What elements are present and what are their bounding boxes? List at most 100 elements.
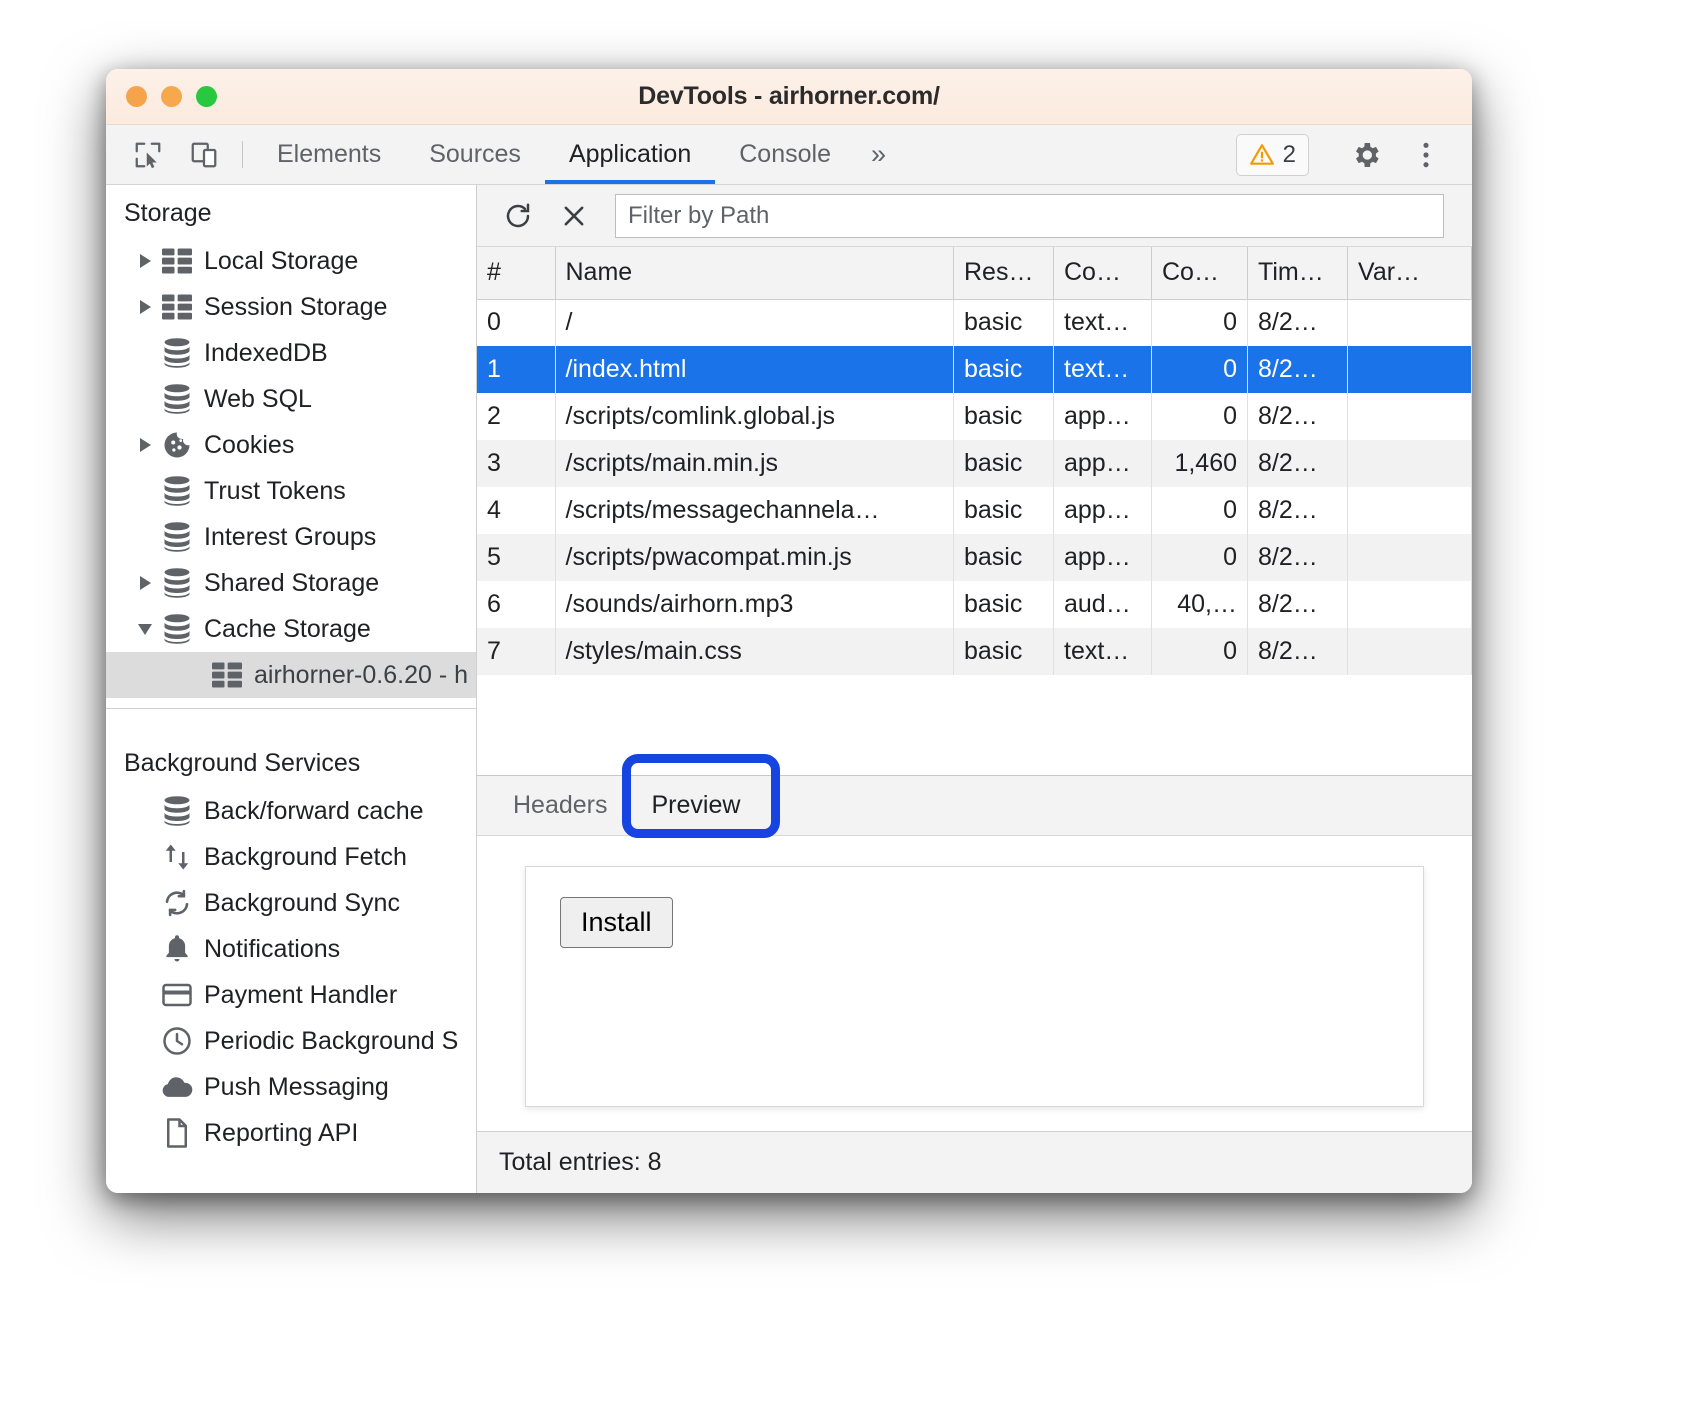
sidebar-item-shared-storage[interactable]: Shared Storage — [106, 560, 476, 606]
filter-by-path-input[interactable] — [615, 194, 1444, 238]
cell-content-length: 0 — [1152, 346, 1248, 393]
column-header-3[interactable]: Co… — [1054, 247, 1152, 299]
column-header-4[interactable]: Co… — [1152, 247, 1248, 299]
cell-content-length: 0 — [1152, 299, 1248, 346]
sidebar-item-airhorner-0-6-20-h[interactable]: airhorner-0.6.20 - h — [106, 652, 476, 698]
more-tabs-icon[interactable]: » — [855, 125, 902, 184]
cell-content-type: text… — [1054, 299, 1152, 346]
cookie-icon — [160, 430, 194, 460]
sidebar-item-label: Web SQL — [204, 385, 312, 414]
window-title: DevTools - airhorner.com/ — [106, 82, 1472, 111]
cell-content-type: app… — [1054, 534, 1152, 581]
window-titlebar: DevTools - airhorner.com/ — [106, 69, 1472, 125]
column-header-6[interactable]: Var… — [1348, 247, 1472, 299]
warnings-count: 2 — [1283, 141, 1296, 169]
table-empty-area — [477, 675, 1472, 775]
table-row[interactable]: 6/sounds/airhorn.mp3basicaud…40,…8/2… — [477, 581, 1472, 628]
cache-entries-table-wrapper: #NameRes…Co…Co…Tim…Var… 0/basictext…08/2… — [477, 247, 1472, 675]
sidebar-item-web-sql[interactable]: Web SQL — [106, 376, 476, 422]
sidebar-item-label: Back/forward cache — [204, 797, 424, 826]
table-icon — [210, 662, 244, 688]
cell-index: 0 — [477, 299, 555, 346]
sidebar-item-back-forward-cache[interactable]: Back/forward cache — [106, 788, 476, 834]
cell-index: 3 — [477, 440, 555, 487]
cell-name: /scripts/pwacompat.min.js — [555, 534, 954, 581]
cell-content-length: 0 — [1152, 393, 1248, 440]
cell-time-cached: 8/2… — [1248, 581, 1348, 628]
tab-elements[interactable]: Elements — [253, 125, 405, 184]
warnings-badge[interactable]: 2 — [1236, 134, 1309, 176]
total-entries-label: Total entries: 8 — [499, 1148, 662, 1177]
cell-response-type: basic — [954, 346, 1054, 393]
credit-card-icon — [160, 982, 194, 1008]
column-header-5[interactable]: Tim… — [1248, 247, 1348, 299]
cell-index: 2 — [477, 393, 555, 440]
cell-index: 5 — [477, 534, 555, 581]
database-icon — [160, 614, 194, 644]
tabstrip-right-controls: 2 — [1236, 125, 1472, 184]
sidebar-item-background-fetch[interactable]: Background Fetch — [106, 834, 476, 880]
preview-content-area: Install — [477, 836, 1472, 1131]
clear-icon[interactable] — [549, 193, 599, 239]
table-row[interactable]: 5/scripts/pwacompat.min.jsbasicapp…08/2… — [477, 534, 1472, 581]
table-row[interactable]: 1/index.htmlbasictext…08/2… — [477, 346, 1472, 393]
cell-response-type: basic — [954, 440, 1054, 487]
sidebar-item-trust-tokens[interactable]: Trust Tokens — [106, 468, 476, 514]
chevron-right-icon[interactable] — [134, 254, 156, 268]
cell-content-length: 1,460 — [1152, 440, 1248, 487]
table-icon — [160, 248, 194, 274]
cell-content-type: aud… — [1054, 581, 1152, 628]
table-body: 0/basictext…08/2…1/index.htmlbasictext…0… — [477, 299, 1472, 675]
tab-sources[interactable]: Sources — [405, 125, 545, 184]
sidebar-item-indexeddb[interactable]: IndexedDB — [106, 330, 476, 376]
device-toolbar-icon[interactable] — [176, 125, 232, 184]
table-row[interactable]: 3/scripts/main.min.jsbasicapp…1,4608/2… — [477, 440, 1472, 487]
background-services-title: Background Services — [106, 735, 476, 788]
sidebar-item-reporting-api[interactable]: Reporting API — [106, 1110, 476, 1156]
sidebar-item-periodic-background-s[interactable]: Periodic Background S — [106, 1018, 476, 1064]
chevron-right-icon[interactable] — [134, 300, 156, 314]
install-button[interactable]: Install — [560, 897, 673, 948]
sidebar-item-background-sync[interactable]: Background Sync — [106, 880, 476, 926]
table-row[interactable]: 2/scripts/comlink.global.jsbasicapp…08/2… — [477, 393, 1472, 440]
column-header-2[interactable]: Res… — [954, 247, 1054, 299]
tab-application[interactable]: Application — [545, 125, 715, 184]
sidebar-item-push-messaging[interactable]: Push Messaging — [106, 1064, 476, 1110]
sidebar-item-label: Cache Storage — [204, 615, 371, 644]
kebab-menu-icon[interactable] — [1398, 140, 1454, 170]
table-row[interactable]: 0/basictext…08/2… — [477, 299, 1472, 346]
chevron-down-icon[interactable] — [134, 624, 156, 635]
sidebar-item-payment-handler[interactable]: Payment Handler — [106, 972, 476, 1018]
tab-console[interactable]: Console — [715, 125, 855, 184]
table-row[interactable]: 7/styles/main.cssbasictext…08/2… — [477, 628, 1472, 675]
column-header-1[interactable]: Name — [555, 247, 954, 299]
tab-headers[interactable]: Headers — [491, 776, 630, 835]
sidebar-item-label: Interest Groups — [204, 523, 376, 552]
cell-vary-header — [1348, 487, 1472, 534]
cell-index: 4 — [477, 487, 555, 534]
sidebar-item-label: Local Storage — [204, 247, 358, 276]
sidebar-item-session-storage[interactable]: Session Storage — [106, 284, 476, 330]
sidebar-item-label: Trust Tokens — [204, 477, 346, 506]
sidebar-item-notifications[interactable]: Notifications — [106, 926, 476, 972]
table-row[interactable]: 4/scripts/messagechannela…basicapp…08/2… — [477, 487, 1472, 534]
refresh-icon[interactable] — [493, 193, 543, 239]
cell-content-type: app… — [1054, 487, 1152, 534]
sidebar-item-interest-groups[interactable]: Interest Groups — [106, 514, 476, 560]
gear-icon[interactable] — [1338, 139, 1394, 171]
tab-preview[interactable]: Preview — [630, 776, 763, 835]
inspect-element-icon[interactable] — [120, 125, 176, 184]
sidebar-item-local-storage[interactable]: Local Storage — [106, 238, 476, 284]
cell-name: /scripts/main.min.js — [555, 440, 954, 487]
preview-tabstrip: Headers Preview — [477, 776, 1472, 836]
cell-content-type: app… — [1054, 393, 1152, 440]
column-header-0[interactable]: # — [477, 247, 555, 299]
chevron-right-icon[interactable] — [134, 438, 156, 452]
sidebar-item-cookies[interactable]: Cookies — [106, 422, 476, 468]
cell-time-cached: 8/2… — [1248, 393, 1348, 440]
cell-vary-header — [1348, 534, 1472, 581]
cache-storage-panel: #NameRes…Co…Co…Tim…Var… 0/basictext…08/2… — [477, 185, 1472, 1193]
chevron-right-icon[interactable] — [134, 576, 156, 590]
cell-time-cached: 8/2… — [1248, 628, 1348, 675]
sidebar-item-cache-storage[interactable]: Cache Storage — [106, 606, 476, 652]
